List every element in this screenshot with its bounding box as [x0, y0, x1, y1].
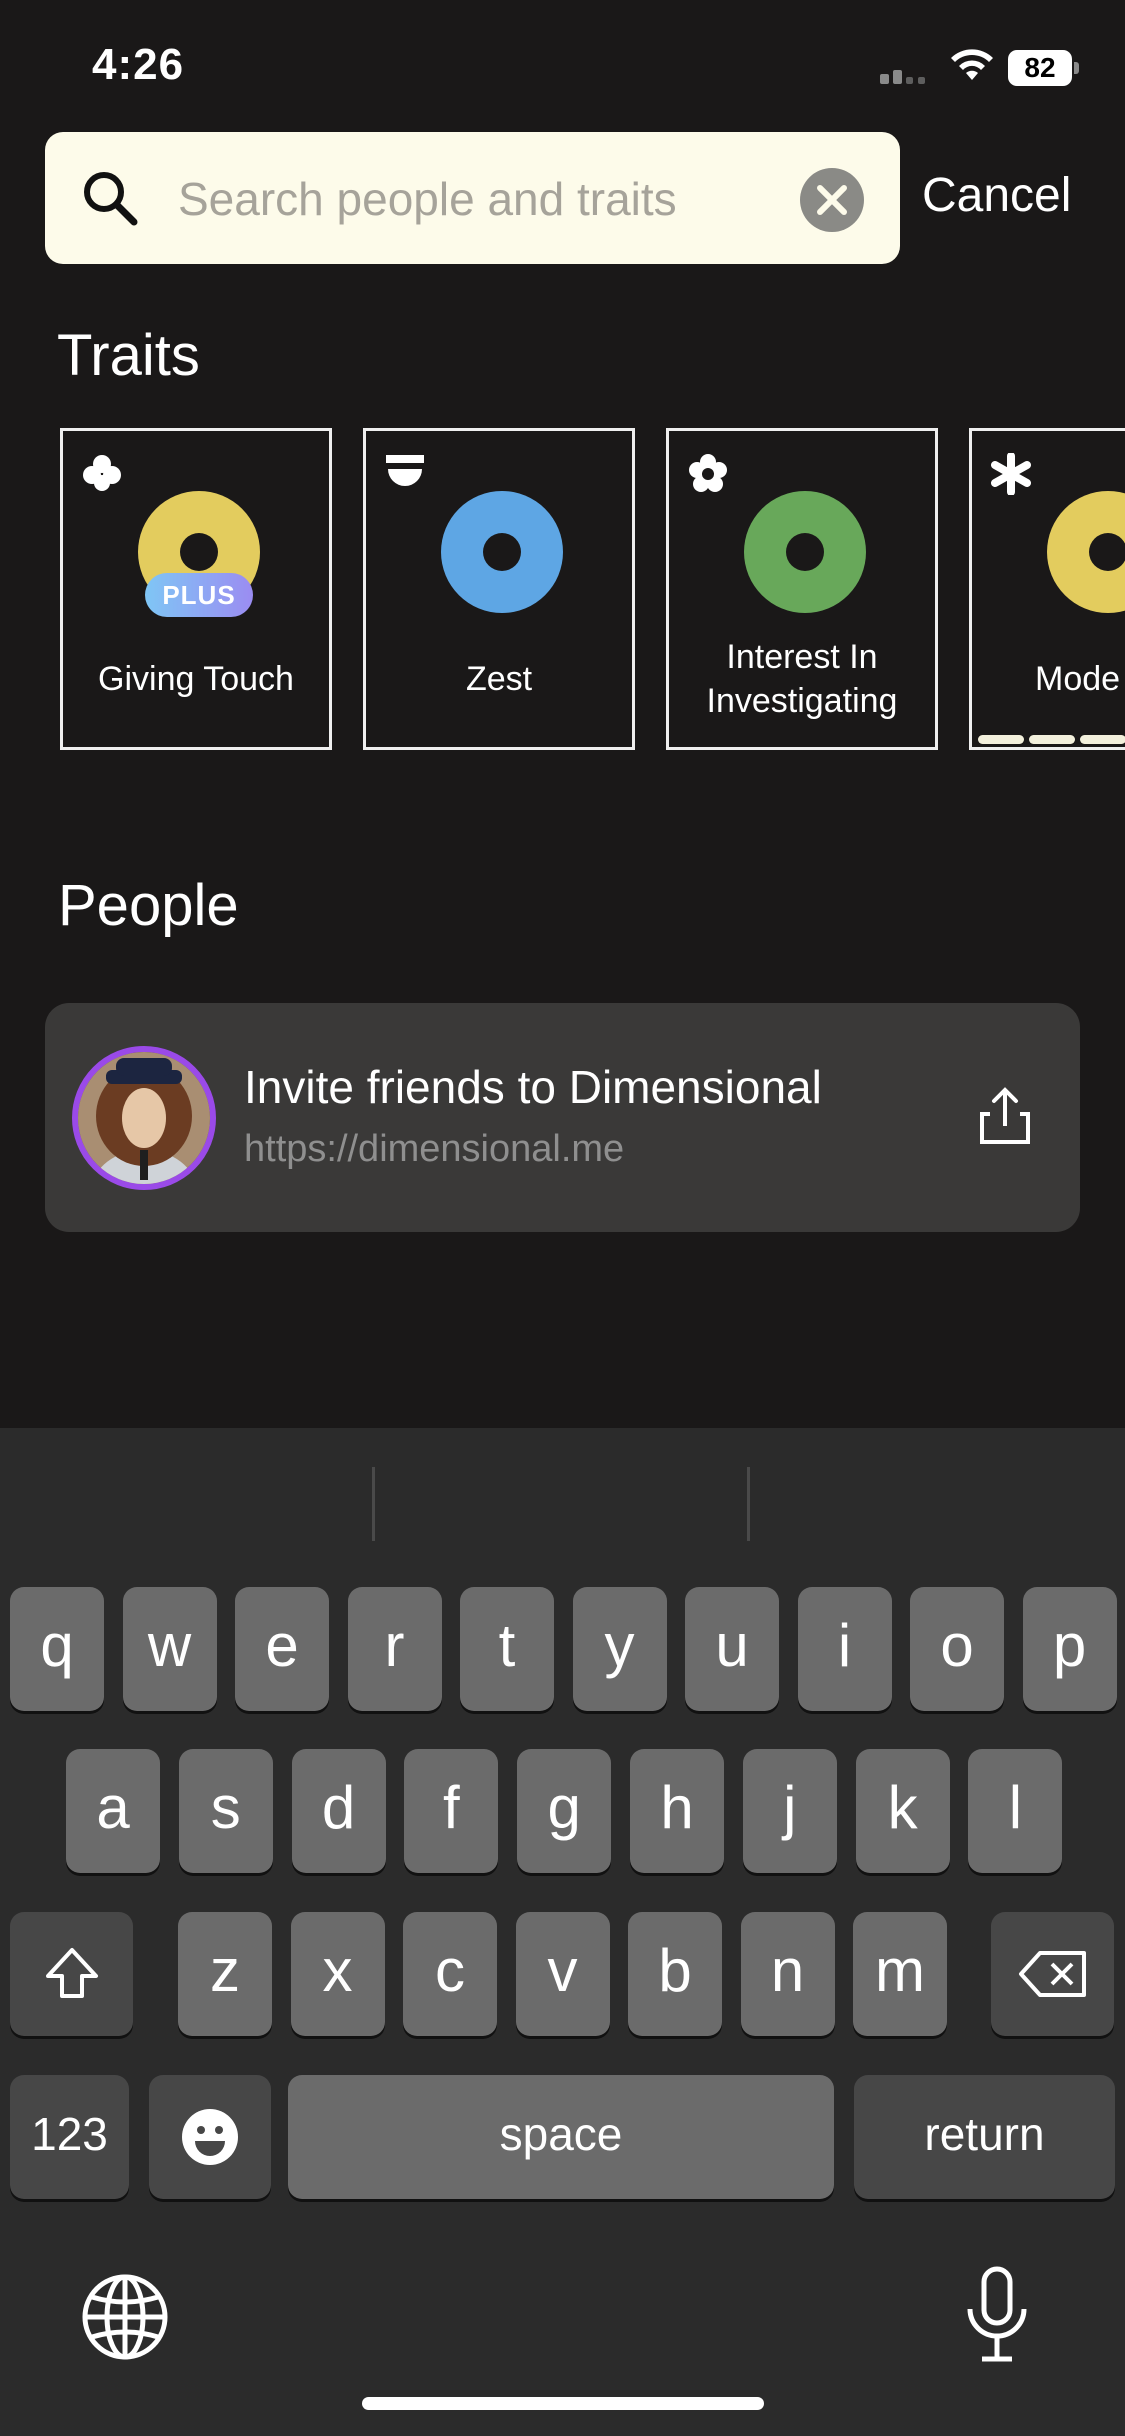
- key-e[interactable]: e: [235, 1587, 329, 1711]
- key-p[interactable]: p: [1022, 1587, 1117, 1711]
- backspace-icon: [1018, 1951, 1086, 1997]
- key-s[interactable]: s: [178, 1749, 273, 1873]
- clover-icon: [83, 455, 121, 491]
- people-heading: People: [58, 873, 239, 938]
- trait-circle: [744, 491, 866, 613]
- clear-search-button[interactable]: [800, 168, 864, 232]
- microphone-icon[interactable]: [962, 2265, 1032, 2365]
- battery-level: 82: [1024, 52, 1056, 83]
- cancel-button[interactable]: Cancel: [922, 168, 1071, 223]
- trait-label: Mode: [1035, 660, 1121, 698]
- key-l[interactable]: l: [968, 1749, 1063, 1873]
- key-r[interactable]: r: [347, 1587, 442, 1711]
- half-circle-icon: [386, 455, 424, 486]
- traits-heading: Traits: [57, 323, 200, 388]
- key-z[interactable]: z: [178, 1912, 272, 2036]
- key-y[interactable]: y: [572, 1587, 667, 1711]
- cellular-signal-icon: [880, 62, 936, 84]
- flower-icon: [689, 454, 727, 492]
- space-key[interactable]: space: [288, 2075, 834, 2199]
- asterisk-icon: [991, 453, 1031, 495]
- key-a[interactable]: a: [66, 1749, 160, 1873]
- battery-icon: 82: [1008, 50, 1080, 86]
- status-time: 4:26: [92, 40, 185, 89]
- key-i[interactable]: i: [797, 1587, 892, 1711]
- trait-card-zest[interactable]: Zest: [363, 428, 635, 750]
- home-indicator: [362, 2397, 764, 2410]
- key-m[interactable]: m: [853, 1912, 947, 2036]
- key-v[interactable]: v: [515, 1912, 610, 2036]
- key-g[interactable]: g: [517, 1749, 612, 1873]
- trait-label: Giving Touch: [98, 660, 294, 698]
- search-input[interactable]: [178, 164, 778, 234]
- plus-badge: PLUS: [145, 573, 253, 617]
- globe-icon[interactable]: [80, 2272, 170, 2362]
- trait-label-line-2: Investigating: [706, 682, 898, 720]
- trait-card-interest-in-investigating[interactable]: Interest In Investigating: [666, 428, 938, 750]
- wifi-icon: [951, 49, 993, 80]
- return-key[interactable]: return: [854, 2075, 1115, 2199]
- key-o[interactable]: o: [910, 1587, 1004, 1711]
- search-icon: [84, 172, 138, 226]
- emoji-icon: [182, 2109, 238, 2165]
- shift-key[interactable]: [10, 1912, 133, 2036]
- shift-icon: [45, 1948, 98, 1998]
- delete-key[interactable]: [991, 1912, 1114, 2036]
- invite-url: https://dimensional.me: [244, 1128, 625, 1170]
- key-h[interactable]: h: [630, 1749, 724, 1873]
- progress-dots: [978, 731, 1125, 744]
- close-icon: [817, 185, 847, 215]
- traits-carousel[interactable]: PLUS Giving Touch Zest Interest In Inves…: [0, 428, 1125, 752]
- trait-circle: [1047, 491, 1125, 613]
- emoji-key[interactable]: [149, 2075, 271, 2199]
- key-f[interactable]: f: [404, 1749, 499, 1873]
- key-d[interactable]: d: [291, 1749, 386, 1873]
- trait-card-giving-touch[interactable]: PLUS Giving Touch: [60, 428, 332, 750]
- suggestion-divider: [372, 1467, 375, 1541]
- key-w[interactable]: w: [122, 1587, 217, 1711]
- key-b[interactable]: b: [628, 1912, 722, 2036]
- key-j[interactable]: j: [742, 1749, 837, 1873]
- invite-title: Invite friends to Dimensional: [244, 1061, 822, 1113]
- key-c[interactable]: c: [403, 1912, 497, 2036]
- trait-label-line-1: Interest In: [726, 638, 878, 676]
- key-x[interactable]: x: [290, 1912, 385, 2036]
- trait-circle: [441, 491, 563, 613]
- key-k[interactable]: k: [855, 1749, 950, 1873]
- key-u[interactable]: u: [685, 1587, 779, 1711]
- key-n[interactable]: n: [740, 1912, 835, 2036]
- avatar: [72, 1046, 216, 1190]
- numbers-key[interactable]: 123: [10, 2075, 129, 2199]
- share-icon[interactable]: [974, 1086, 1036, 1148]
- trait-label: Zest: [465, 660, 533, 698]
- key-q[interactable]: q: [10, 1587, 104, 1711]
- trait-card-mode[interactable]: Mode: [969, 428, 1125, 750]
- key-t[interactable]: t: [460, 1587, 554, 1711]
- suggestion-divider: [747, 1467, 750, 1541]
